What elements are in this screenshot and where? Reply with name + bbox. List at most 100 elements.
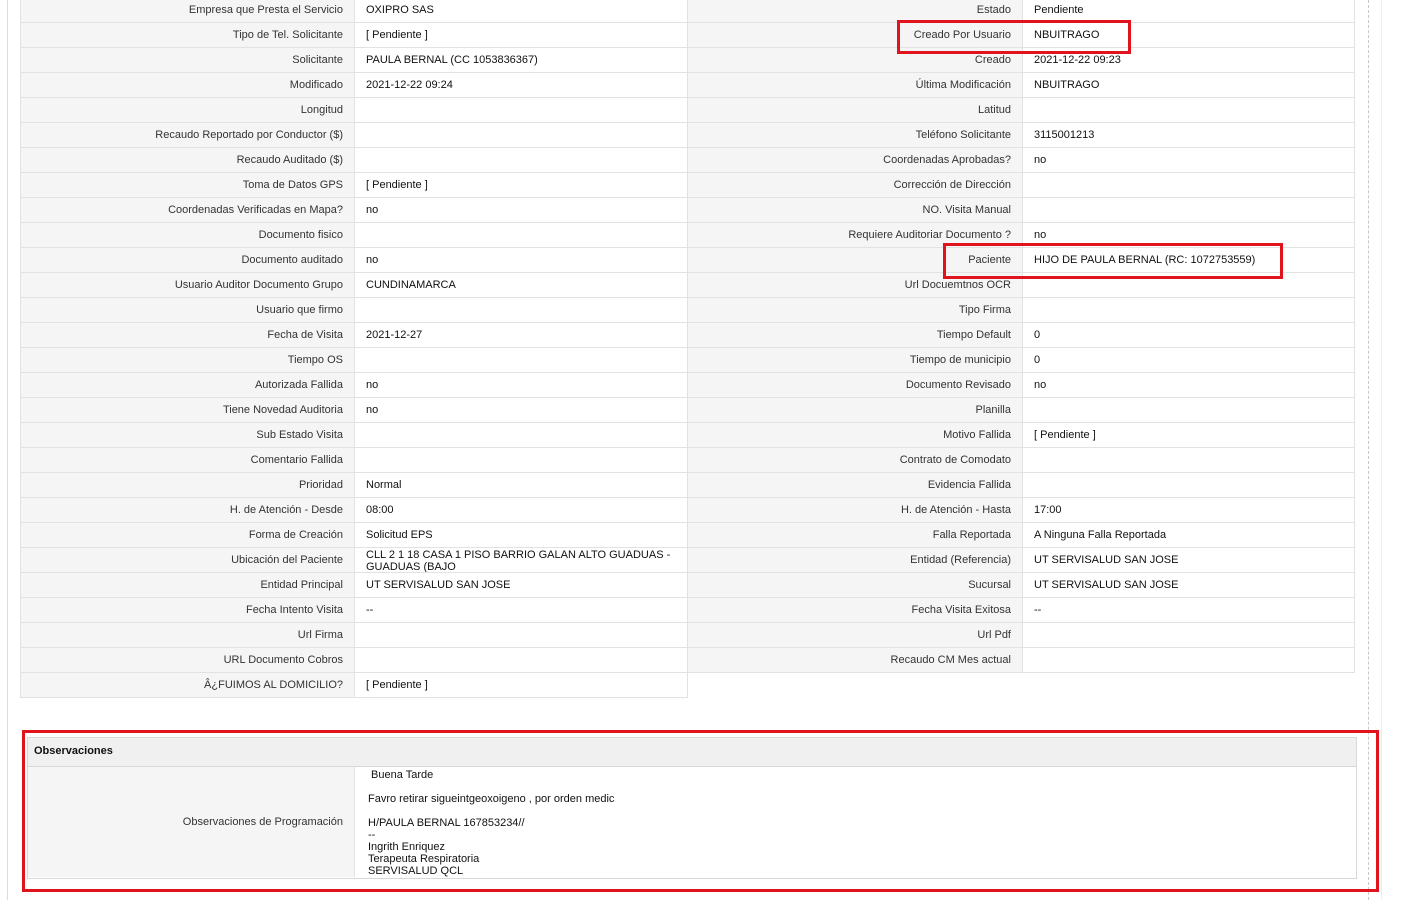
- field-label: Requiere Auditoriar Documento ?: [688, 223, 1022, 248]
- field-label: Documento fisico: [20, 223, 354, 248]
- field-value: [1022, 173, 1355, 198]
- field-value: Solicitud EPS: [354, 523, 688, 548]
- field-label: Paciente: [688, 248, 1022, 273]
- field-label: Entidad Principal: [20, 573, 354, 598]
- field-value: no: [354, 373, 688, 398]
- field-value: [ Pendiente ]: [1022, 423, 1355, 448]
- field-label: Recaudo Reportado por Conductor ($): [20, 123, 354, 148]
- field-label: Motivo Fallida: [688, 423, 1022, 448]
- field-value: [1022, 298, 1355, 323]
- field-value: [354, 348, 688, 373]
- table-row: Autorizada Fallida no Documento Revisado n…: [20, 373, 1355, 398]
- table-row: Prioridad Normal Evidencia Fallida: [20, 473, 1355, 498]
- field-value: [354, 98, 688, 123]
- table-row: Sub Estado Visita Motivo Fallida[ Pendien…: [20, 423, 1355, 448]
- field-value: 2021-12-22 09:23: [1022, 48, 1355, 73]
- field-value: no: [1022, 373, 1355, 398]
- table-row: Tipo de Tel. Solicitante[ Pendiente ] Cre…: [20, 23, 1355, 48]
- table-row: Usuario Auditor Documento Grupo CUNDINAMA…: [20, 273, 1355, 298]
- field-label: Contrato de Comodato: [688, 448, 1022, 473]
- table-row: Modificado 2021-12-22 09:24 Última Modific…: [20, 73, 1355, 98]
- field-value: NBUITRAGO: [1022, 23, 1355, 48]
- field-label: Planilla: [688, 398, 1022, 423]
- field-label: Tiempo OS: [20, 348, 354, 373]
- table-row: URL Documento Cobros Recaudo CM Mes actua…: [20, 648, 1355, 673]
- field-label: Teléfono Solicitante: [688, 123, 1022, 148]
- field-label: Forma de Creación: [20, 523, 354, 548]
- field-value: PAULA BERNAL (CC 1053836367): [354, 48, 688, 73]
- field-label: Url Docuemtnos OCR: [688, 273, 1022, 298]
- field-label: Modificado: [20, 73, 354, 98]
- field-label: Corrección de Dirección: [688, 173, 1022, 198]
- table-row: Entidad Principal UT SERVISALUD SAN JOSE S…: [20, 573, 1355, 598]
- observaciones-section: Observaciones Observaciones de Programac…: [27, 737, 1357, 879]
- table-row: Recaudo Reportado por Conductor ($) Teléf…: [20, 123, 1355, 148]
- field-label: Autorizada Fallida: [20, 373, 354, 398]
- table-row: Recaudo Auditado ($) Coordenadas Aprobada…: [20, 148, 1355, 173]
- table-row: Comentario Fallida Contrato de Comodato: [20, 448, 1355, 473]
- field-value: --: [1022, 598, 1355, 623]
- table-row: Â¿FUIMOS AL DOMICILIO?[ Pendiente ]: [20, 673, 1355, 698]
- field-label: Sucursal: [688, 573, 1022, 598]
- field-label: Tipo Firma: [688, 298, 1022, 323]
- field-label: Entidad (Referencia): [688, 548, 1022, 573]
- field-value: no: [1022, 148, 1355, 173]
- field-label: Ubicación del Paciente: [20, 548, 354, 573]
- field-value: [354, 423, 688, 448]
- observaciones-label: Observaciones de Programación: [182, 816, 343, 828]
- field-label: Fecha Intento Visita: [20, 598, 354, 623]
- table-row: Longitud Latitud: [20, 98, 1355, 123]
- field-value: A Ninguna Falla Reportada: [1022, 523, 1355, 548]
- field-label: Solicitante: [20, 48, 354, 73]
- table-row: Fecha Intento Visita -- Fecha Visita Exito…: [20, 598, 1355, 623]
- field-label: Url Firma: [20, 623, 354, 648]
- observaciones-title: Observaciones: [34, 745, 113, 757]
- field-label: Estado: [688, 0, 1022, 23]
- field-label: Usuario Auditor Documento Grupo: [20, 273, 354, 298]
- field-value: no: [1022, 223, 1355, 248]
- field-value: UT SERVISALUD SAN JOSE: [1022, 548, 1355, 573]
- observaciones-text: Buena Tarde Favro retirar sigueintgeoxoig…: [368, 769, 614, 877]
- field-value: HIJO DE PAULA BERNAL (RC: 1072753559): [1022, 248, 1355, 273]
- field-value: 2021-12-27: [354, 323, 688, 348]
- field-value: --: [354, 598, 688, 623]
- field-value: 0: [1022, 348, 1355, 373]
- observacion-line: Ingrith Enriquez: [368, 841, 446, 853]
- field-value: 17:00: [1022, 498, 1355, 523]
- field-label: Documento Revisado: [688, 373, 1022, 398]
- observacion-line: H/PAULA BERNAL 167853234//: [368, 817, 525, 829]
- observacion-line: Terapeuta Respiratoria: [368, 853, 480, 865]
- observacion-line: Buena Tarde: [368, 769, 434, 781]
- scroll-edge: [1381, 0, 1382, 900]
- field-label: Evidencia Fallida: [688, 473, 1022, 498]
- field-label: Usuario que firmo: [20, 298, 354, 323]
- field-label: Sub Estado Visita: [20, 423, 354, 448]
- field-label: Coordenadas Verificadas en Mapa?: [20, 198, 354, 223]
- field-label: Url Pdf: [688, 623, 1022, 648]
- field-label: Falla Reportada: [688, 523, 1022, 548]
- field-value: [ Pendiente ]: [354, 23, 688, 48]
- field-value: [1022, 98, 1355, 123]
- field-value: [1022, 623, 1355, 648]
- field-label: Fecha de Visita: [20, 323, 354, 348]
- field-label: Recaudo Auditado ($): [20, 148, 354, 173]
- field-label: H. de Atención - Desde: [20, 498, 354, 523]
- panel-divider: [1368, 0, 1369, 900]
- table-row: Documento auditado no Paciente HIJO DE PAUL…: [20, 248, 1355, 273]
- field-value: no: [354, 248, 688, 273]
- table-row: Empresa que Presta el Servicio OXIPRO SAS…: [20, 0, 1355, 23]
- observacion-line: SERVISALUD QCL: [368, 865, 464, 877]
- field-label: Tiempo Default: [688, 323, 1022, 348]
- observaciones-header: Observaciones: [28, 738, 1356, 767]
- table-row: Url Firma Url Pdf: [20, 623, 1355, 648]
- field-label: H. de Atención - Hasta: [688, 498, 1022, 523]
- observacion-line: Favro retirar sigueintgeoxoigeno , por o…: [368, 793, 615, 805]
- table-row: Toma de Datos GPS[ Pendiente ] Corrección…: [20, 173, 1355, 198]
- table-row: Forma de Creación Solicitud EPS Falla Repo…: [20, 523, 1355, 548]
- field-label: Â¿FUIMOS AL DOMICILIO?: [20, 673, 354, 698]
- field-label: Tiempo de municipio: [688, 348, 1022, 373]
- field-value: OXIPRO SAS: [354, 0, 688, 23]
- table-row: H. de Atención - Desde 08:00 H. de Atenció…: [20, 498, 1355, 523]
- field-value: Pendiente: [1022, 0, 1355, 23]
- field-value: [354, 448, 688, 473]
